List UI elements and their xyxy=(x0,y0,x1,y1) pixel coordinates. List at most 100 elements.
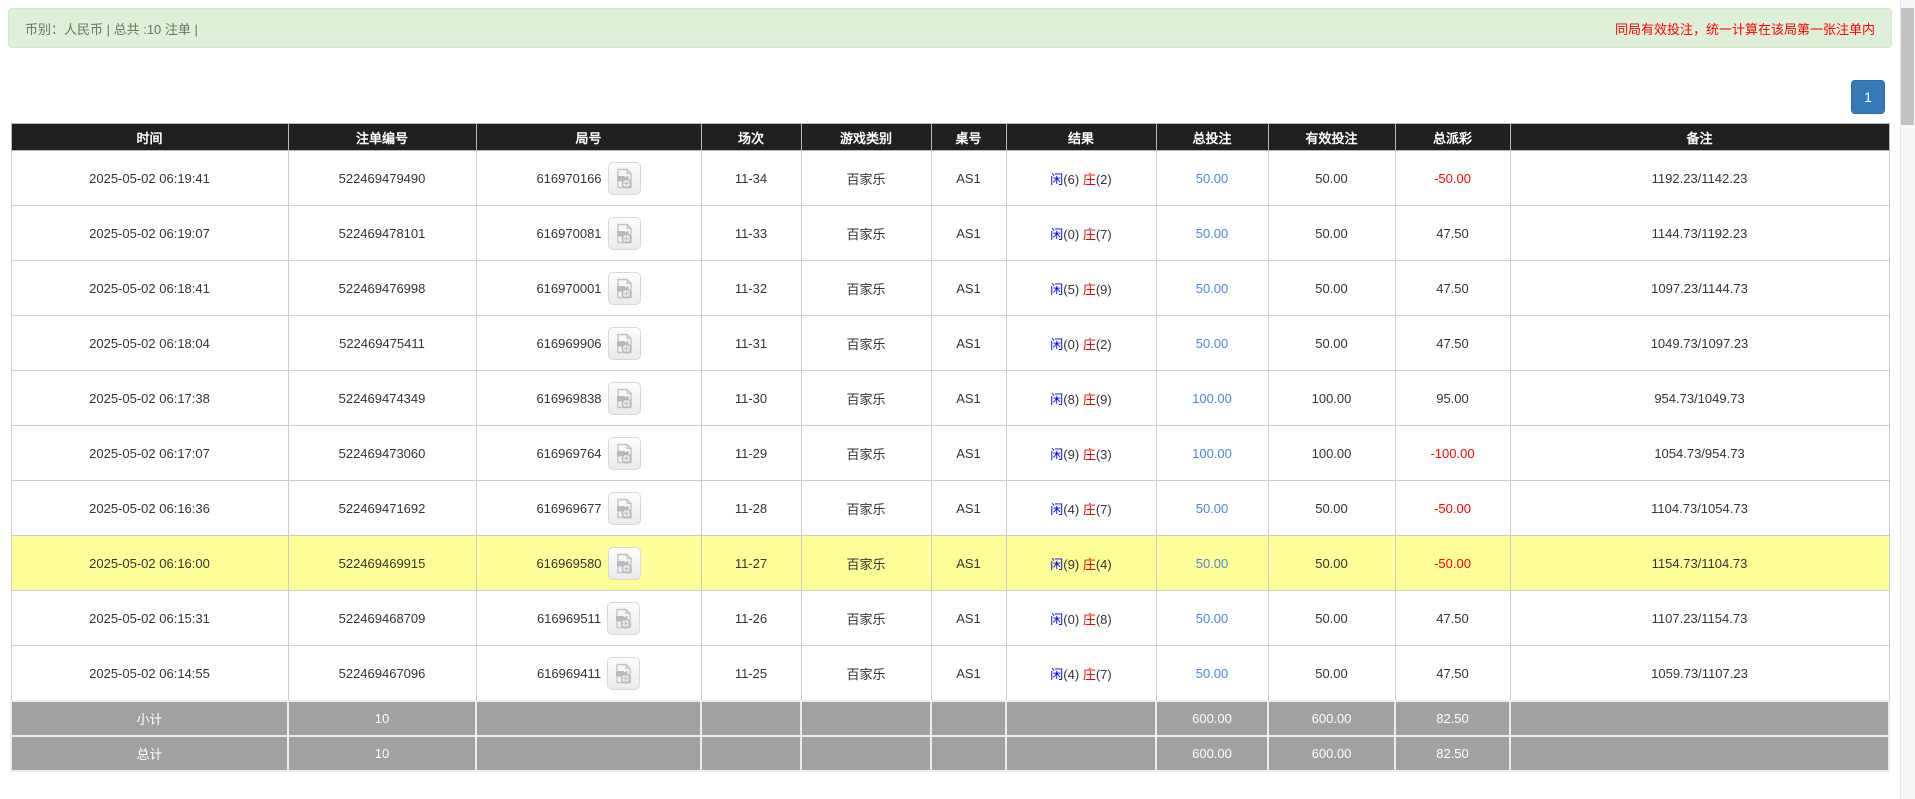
video-file-icon xyxy=(616,167,632,189)
total-bet-link[interactable]: 50.00 xyxy=(1196,281,1229,296)
banker-result-score: (4) xyxy=(1095,556,1112,572)
cell-valid-bet: 50.00 xyxy=(1267,260,1396,316)
cell-bet-id: 522469467096 xyxy=(287,645,477,702)
total-bet-link[interactable]: 50.00 xyxy=(1196,171,1229,186)
video-replay-button[interactable] xyxy=(607,216,641,250)
player-result-label: 闲 xyxy=(1050,666,1064,682)
cell-remark: 1054.73/954.73 xyxy=(1509,425,1890,481)
total-bet-link[interactable]: 50.00 xyxy=(1196,501,1229,516)
cell-total-bet: 50.00 xyxy=(1155,315,1269,371)
cell-remark: 1097.23/1144.73 xyxy=(1509,260,1890,316)
cell-table-id: AS1 xyxy=(930,480,1007,536)
cell-bet-id: 522469478101 xyxy=(287,205,477,261)
video-replay-button[interactable] xyxy=(607,601,641,635)
player-result-score: (0) xyxy=(1063,226,1080,242)
cell-remark: 1192.23/1142.23 xyxy=(1509,150,1890,206)
table-row: 2025-05-02 06:15:31 522469468709 6169695… xyxy=(10,590,1890,646)
cell-bet-id: 522469468709 xyxy=(287,590,477,646)
player-result-score: (0) xyxy=(1063,336,1080,352)
cell-payout: -100.00 xyxy=(1394,425,1511,481)
cell-remark: 1107.23/1154.73 xyxy=(1509,590,1890,646)
cell-valid-bet: 50.00 xyxy=(1267,590,1396,646)
banker-result-label: 庄 xyxy=(1082,501,1096,517)
cell-bet-id: 522469475411 xyxy=(287,315,477,371)
cell-game-type: 百家乐 xyxy=(800,480,932,536)
cell-session: 11-32 xyxy=(700,260,802,316)
cell-session: 11-33 xyxy=(700,205,802,261)
round-id-text: 616969511 xyxy=(536,610,602,626)
total-bet-link[interactable]: 50.00 xyxy=(1196,556,1229,571)
round-id-text: 616969764 xyxy=(536,445,602,461)
vertical-scrollbar-track[interactable] xyxy=(1900,0,1915,799)
video-replay-button[interactable] xyxy=(607,381,641,415)
player-result-label: 闲 xyxy=(1050,281,1064,297)
cell-round-id: 616969838 xyxy=(475,370,702,426)
cell-time: 2025-05-02 06:17:07 xyxy=(10,425,289,481)
video-replay-button[interactable] xyxy=(607,491,641,525)
banker-result-label: 庄 xyxy=(1082,281,1096,297)
cell-remark: 1154.73/1104.73 xyxy=(1509,535,1890,591)
total-bet-link[interactable]: 50.00 xyxy=(1196,336,1229,351)
cell-remark: 954.73/1049.73 xyxy=(1509,370,1890,426)
cell-bet-id: 522469469915 xyxy=(287,535,477,591)
subtotal-label: 小计 xyxy=(10,700,289,737)
cell-session: 11-30 xyxy=(700,370,802,426)
video-replay-button[interactable] xyxy=(607,546,641,580)
cell-game-type: 百家乐 xyxy=(800,205,932,261)
header-round-id: 局号 xyxy=(475,123,702,151)
total-bet-link[interactable]: 100.00 xyxy=(1192,446,1232,461)
cell-session: 11-25 xyxy=(700,645,802,702)
cell-payout: 47.50 xyxy=(1394,315,1511,371)
cell-remark: 1059.73/1107.23 xyxy=(1509,645,1890,702)
table-row: 2025-05-02 06:19:41 522469479490 6169701… xyxy=(10,150,1890,206)
subtotal-count: 10 xyxy=(287,700,477,737)
table-row: 2025-05-02 06:19:07 522469478101 6169700… xyxy=(10,205,1890,261)
round-id-text: 616969677 xyxy=(536,500,602,516)
video-file-icon xyxy=(616,332,632,354)
player-result-score: (4) xyxy=(1063,501,1080,517)
grand-total-total-bet: 600.00 xyxy=(1155,735,1269,772)
cell-payout: 47.50 xyxy=(1394,205,1511,261)
player-result-label: 闲 xyxy=(1050,171,1064,187)
grand-total-valid-bet: 600.00 xyxy=(1267,735,1396,772)
video-replay-button[interactable] xyxy=(607,161,641,195)
subtotal-payout: 82.50 xyxy=(1394,700,1511,737)
video-replay-button[interactable] xyxy=(607,271,641,305)
currency-total-label: 币别：人民币 | 总共 :10 注单 | xyxy=(25,21,198,37)
total-bet-link[interactable]: 50.00 xyxy=(1196,226,1229,241)
player-result-label: 闲 xyxy=(1050,336,1064,352)
header-game-type: 游戏类别 xyxy=(800,123,932,151)
header-bet-id: 注单编号 xyxy=(287,123,477,151)
banker-result-score: (7) xyxy=(1095,501,1112,517)
banker-result-score: (7) xyxy=(1095,226,1112,242)
subtotal-total-bet: 600.00 xyxy=(1155,700,1269,737)
cell-valid-bet: 50.00 xyxy=(1267,315,1396,371)
video-replay-button[interactable] xyxy=(607,326,641,360)
cell-total-bet: 50.00 xyxy=(1155,205,1269,261)
player-result-label: 闲 xyxy=(1050,611,1064,627)
vertical-scrollbar-thumb[interactable] xyxy=(1901,8,1914,125)
total-bet-link[interactable]: 50.00 xyxy=(1196,666,1229,681)
cell-valid-bet: 50.00 xyxy=(1267,645,1396,702)
cell-round-id: 616969764 xyxy=(475,425,702,481)
cell-valid-bet: 100.00 xyxy=(1267,425,1396,481)
cell-result: 闲(0) 庄(8) xyxy=(1005,590,1157,646)
player-result-score: (9) xyxy=(1063,446,1080,462)
cell-total-bet: 50.00 xyxy=(1155,480,1269,536)
cell-valid-bet: 50.00 xyxy=(1267,480,1396,536)
round-id-text: 616969838 xyxy=(536,390,602,406)
banker-result-score: (3) xyxy=(1095,446,1112,462)
header-remark: 备注 xyxy=(1509,123,1890,151)
cell-game-type: 百家乐 xyxy=(800,315,932,371)
header-total-bet: 总投注 xyxy=(1155,123,1269,151)
total-bet-link[interactable]: 50.00 xyxy=(1196,611,1229,626)
cell-session: 11-28 xyxy=(700,480,802,536)
video-replay-button[interactable] xyxy=(607,656,641,690)
table-row: 2025-05-02 06:17:07 522469473060 6169697… xyxy=(10,425,1890,481)
cell-session: 11-26 xyxy=(700,590,802,646)
total-bet-link[interactable]: 100.00 xyxy=(1192,391,1232,406)
page-1-button[interactable]: 1 xyxy=(1851,80,1885,114)
grand-total-payout: 82.50 xyxy=(1394,735,1511,772)
video-replay-button[interactable] xyxy=(607,436,641,470)
cell-time: 2025-05-02 06:18:04 xyxy=(10,315,289,371)
